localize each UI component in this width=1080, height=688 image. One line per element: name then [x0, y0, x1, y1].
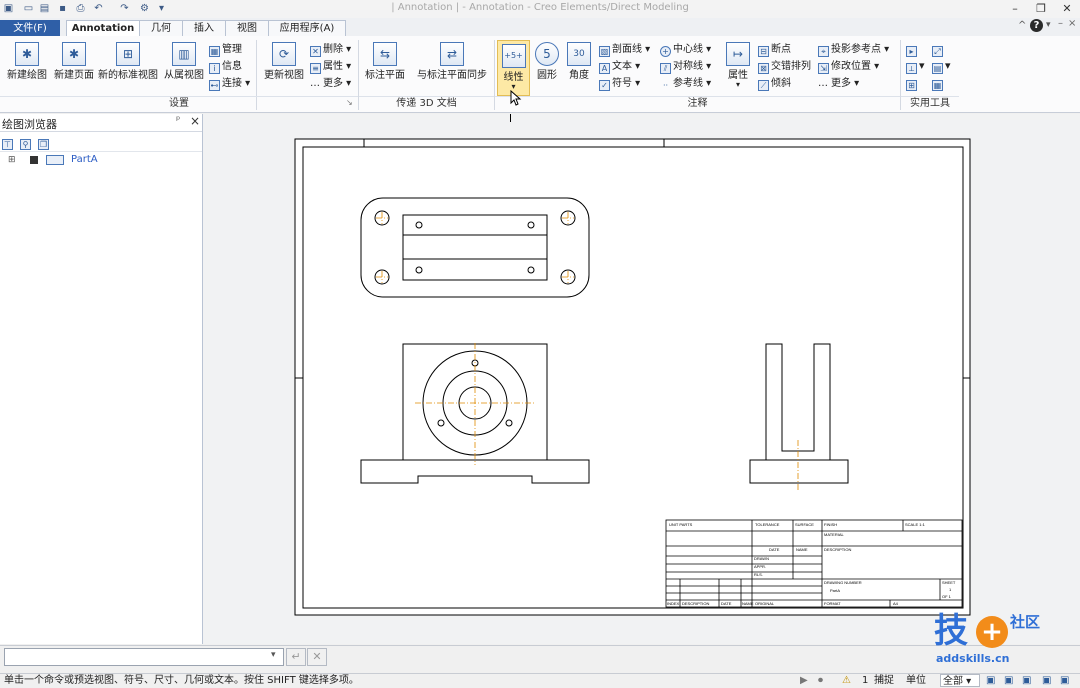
warning-icon[interactable]: ⚠ [842, 674, 851, 687]
filter-select[interactable]: 全部 ▾ [940, 674, 980, 687]
tb-cell: UNIT PARTS [669, 522, 693, 527]
tb-cell: SURFACE [795, 522, 814, 527]
drawing-sheet[interactable]: UNIT PARTS TOLERANCE SURFACE FINISH SCAL… [0, 0, 1080, 687]
status-message: 单击一个命令或预选视图、符号、尺寸、几何或文本。按住 SHIFT 键选择多项。 [4, 675, 359, 686]
tb-cell: DRAWN [754, 556, 769, 561]
tb-cell: NAME [796, 547, 808, 552]
cancel-icon[interactable]: ✕ [307, 648, 327, 666]
tb-cell: APPR. [754, 564, 766, 569]
status-count: 1 [862, 675, 869, 686]
status-tool-icon[interactable]: ▣ [1004, 674, 1013, 687]
status-tool-icon[interactable]: ▣ [1042, 674, 1051, 687]
play-icon[interactable]: ▶ [800, 674, 808, 687]
tb-cell: DRAWING NUMBER [824, 580, 862, 585]
filter-select-value: 全部 [943, 676, 963, 687]
mouse-cursor-icon [510, 90, 522, 106]
tb-cell: SCALE 1:1 [905, 522, 926, 527]
tb-cell: RLS. [754, 572, 763, 577]
tb-cell: INDEX [667, 601, 680, 606]
tb-cell: FINISH [824, 522, 837, 527]
tb-cell: A4 [893, 601, 899, 606]
tb-cell: DESCRIPTION [824, 547, 851, 552]
command-dropdown-icon[interactable]: ▾ [271, 650, 276, 660]
tb-cell: OF 1 [942, 594, 952, 599]
watermark-brand-2: 社区 [1010, 613, 1041, 631]
status-tool-icon[interactable]: ▣ [986, 674, 995, 687]
command-input[interactable] [4, 648, 284, 666]
tb-cell: FORMAT [824, 601, 841, 606]
record-icon[interactable]: ⏺ [818, 674, 823, 687]
status-tool-icon[interactable]: ▣ [1022, 674, 1031, 687]
watermark-brand: 技 [934, 611, 968, 651]
tb-cell: DATE [769, 547, 780, 552]
confirm-icon[interactable]: ↵ [286, 648, 306, 666]
tb-cell: PartA [830, 588, 840, 593]
tb-cell: ORIGINAL [755, 601, 775, 606]
tb-cell: TOLERANCE [755, 522, 780, 527]
tb-cell: SHEET [942, 580, 956, 585]
tb-cell: MATERIAL [824, 532, 844, 537]
watermark-url: addskills.cn [936, 652, 1010, 665]
units-button[interactable]: 单位 [906, 674, 926, 687]
tb-cell: DESCRIPTION [682, 601, 709, 606]
tb-cell: DATE [721, 601, 732, 606]
snap-toggle[interactable]: 捕捉 [874, 674, 894, 687]
watermark-logo: 技 + 社区 addskills.cn [930, 610, 1080, 672]
plus-icon: + [976, 616, 1008, 648]
tb-cell: NAME [742, 601, 754, 606]
status-tool-icon[interactable]: ▣ [1060, 674, 1069, 687]
sheet-outer-border [294, 138, 971, 616]
